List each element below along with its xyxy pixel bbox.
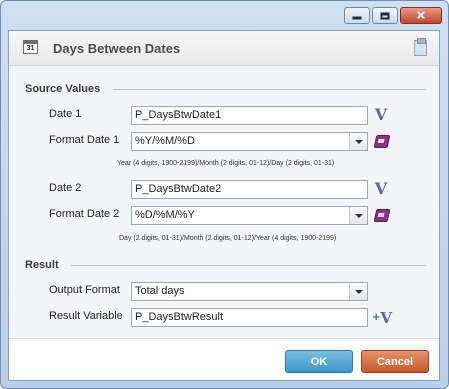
close-button[interactable]: ✕ (400, 7, 442, 24)
output-format-select[interactable]: Total days (131, 282, 368, 301)
maximize-icon (380, 12, 390, 19)
minimize-icon (352, 12, 362, 19)
dialog-footer: OK Cancel (9, 338, 439, 380)
close-icon: ✕ (415, 8, 427, 22)
result-variable-input[interactable]: P_DaysBtwResult (131, 308, 368, 327)
date1-input[interactable]: P_DaysBtwDate1 (131, 106, 368, 125)
calendar-icon: 31 (23, 40, 38, 54)
ok-button[interactable]: OK (285, 350, 353, 373)
chevron-down-icon[interactable] (349, 283, 367, 300)
variable-icon[interactable]: V (372, 180, 390, 198)
section-divider (71, 265, 426, 266)
dialog-header: 31 Days Between Dates (9, 31, 439, 66)
format2-select[interactable]: %D/%M/%Y (131, 206, 368, 225)
variable-glyph: V (380, 309, 393, 327)
variable-icon[interactable]: V (372, 106, 390, 124)
dialog-title: Days Between Dates (53, 41, 181, 56)
title-bar[interactable]: ✕ (1, 1, 448, 29)
format1-label: Format Date 1 (49, 134, 120, 146)
output-format-label: Output Format (49, 284, 120, 296)
clipboard-icon[interactable] (414, 38, 427, 56)
format1-select[interactable]: %Y/%M/%D (131, 132, 368, 151)
format2-label: Format Date 2 (49, 208, 120, 220)
output-format-value: Total days (135, 285, 185, 297)
dialog-body: Source Values Date 1 P_DaysBtwDate1 V Fo… (9, 66, 439, 340)
minimize-button[interactable] (344, 7, 370, 24)
section-result: Result (25, 259, 59, 271)
chevron-down-icon[interactable] (349, 133, 367, 150)
book-icon[interactable] (373, 135, 391, 148)
format1-value: %Y/%M/%D (135, 135, 195, 147)
chevron-down-icon[interactable] (349, 207, 367, 224)
book-icon[interactable] (373, 209, 391, 222)
result-variable-label: Result Variable (49, 310, 123, 322)
date1-label: Date 1 (49, 108, 82, 120)
section-divider (113, 89, 426, 90)
format1-hint: Year (4 digits, 1900-2199)/Month (2 digi… (117, 160, 335, 167)
dialog-client: 31 Days Between Dates Source Values Date… (8, 30, 440, 381)
format2-value: %D/%M/%Y (135, 209, 195, 221)
add-variable-icon[interactable]: +V (372, 309, 392, 327)
date2-input[interactable]: P_DaysBtwDate2 (131, 180, 368, 199)
format2-hint: Day (2 digits, 01-31)/Month (2 digits, 0… (119, 235, 337, 242)
dialog-window: ✕ 31 Days Between Dates Source Values Da… (0, 0, 449, 389)
window-controls: ✕ (344, 7, 442, 24)
section-source-values: Source Values (25, 83, 101, 95)
date2-label: Date 2 (49, 182, 82, 194)
maximize-button[interactable] (372, 7, 398, 24)
cancel-button[interactable]: Cancel (361, 350, 429, 373)
